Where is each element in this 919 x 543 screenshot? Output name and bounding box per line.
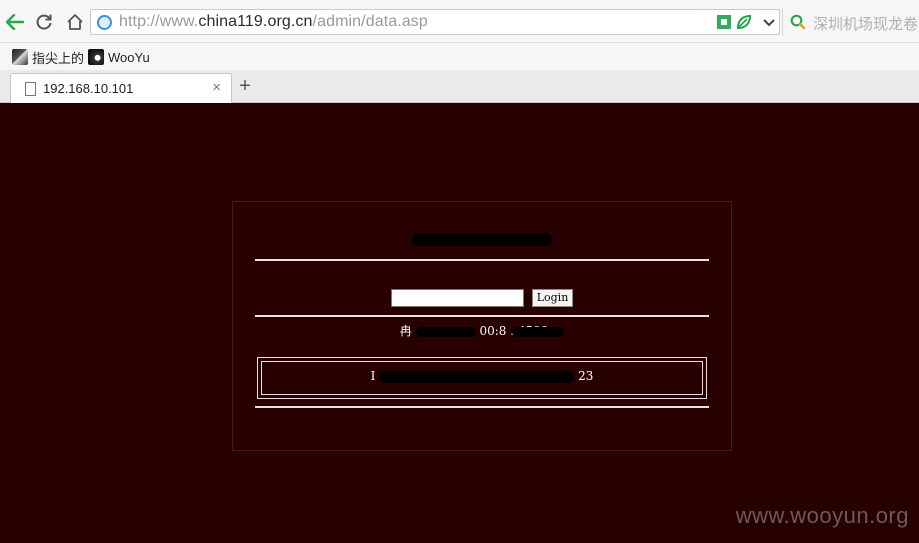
redacted-title	[412, 233, 552, 246]
browser-toolbar: http://www.china119.org.cn/admin/data.as…	[0, 0, 919, 43]
bookmarks-bar: 指尖上的 WooYu	[0, 43, 919, 70]
copyright-suffix: 23	[578, 369, 594, 383]
reload-icon[interactable]	[33, 11, 55, 33]
site-title	[233, 232, 731, 247]
copyright-prefix: Ⅰ	[370, 369, 376, 383]
info-prefix: 冉	[399, 324, 412, 338]
password-input[interactable]	[391, 289, 524, 307]
search-box[interactable]: 深圳机场现龙卷	[782, 9, 919, 35]
address-bar[interactable]: http://www.china119.org.cn/admin/data.as…	[90, 9, 780, 35]
page-content: Login 冉 00:8 . 4598 Ⅰ 23 www.wooyun.org	[0, 103, 919, 543]
new-tab-button[interactable]: +	[234, 76, 256, 98]
login-button[interactable]: Login	[532, 289, 573, 307]
info-line: 冉 00:8 . 4598	[233, 322, 731, 339]
copyright-box: Ⅰ 23	[257, 357, 707, 399]
watermark: www.wooyun.org	[735, 503, 909, 528]
qr-code-icon[interactable]	[717, 15, 731, 29]
bookmark-item[interactable]: 指尖上的	[12, 47, 84, 67]
divider	[255, 406, 709, 408]
url-prefix: http://www.	[119, 13, 199, 30]
leaf-icon[interactable]	[736, 14, 752, 30]
tab-strip: 192.168.10.101 × +	[0, 70, 919, 104]
document-icon	[25, 82, 36, 96]
url-domain: china119.org.cn	[198, 13, 313, 30]
redacted-info	[415, 326, 476, 337]
globe-icon	[97, 15, 112, 30]
url-path: /admin/data.asp	[312, 13, 428, 30]
home-icon[interactable]	[64, 11, 86, 33]
active-tab[interactable]: 192.168.10.101 ×	[10, 73, 232, 104]
bookmark-label: WooYu	[108, 49, 150, 65]
divider	[255, 259, 709, 261]
login-panel: Login 冉 00:8 . 4598 Ⅰ 23	[232, 201, 732, 451]
copyright-line: Ⅰ 23	[258, 369, 706, 383]
bookmark-item[interactable]: WooYu	[88, 47, 150, 67]
back-arrow-icon[interactable]	[4, 11, 26, 33]
url-text[interactable]: http://www.china119.org.cn/admin/data.as…	[119, 13, 428, 31]
bookmark-label: 指尖上的	[32, 50, 85, 66]
search-icon[interactable]	[790, 14, 806, 30]
redacted-info	[512, 326, 565, 337]
search-placeholder[interactable]: 深圳机场现龙卷	[813, 13, 918, 34]
divider	[255, 315, 709, 317]
close-icon[interactable]: ×	[212, 79, 221, 96]
tab-title: 192.168.10.101	[43, 81, 134, 96]
chevron-down-icon[interactable]	[761, 13, 777, 31]
wooyun-favicon-icon	[88, 49, 104, 65]
bookmark-favicon-icon	[12, 49, 28, 65]
redacted-copyright	[379, 370, 575, 383]
